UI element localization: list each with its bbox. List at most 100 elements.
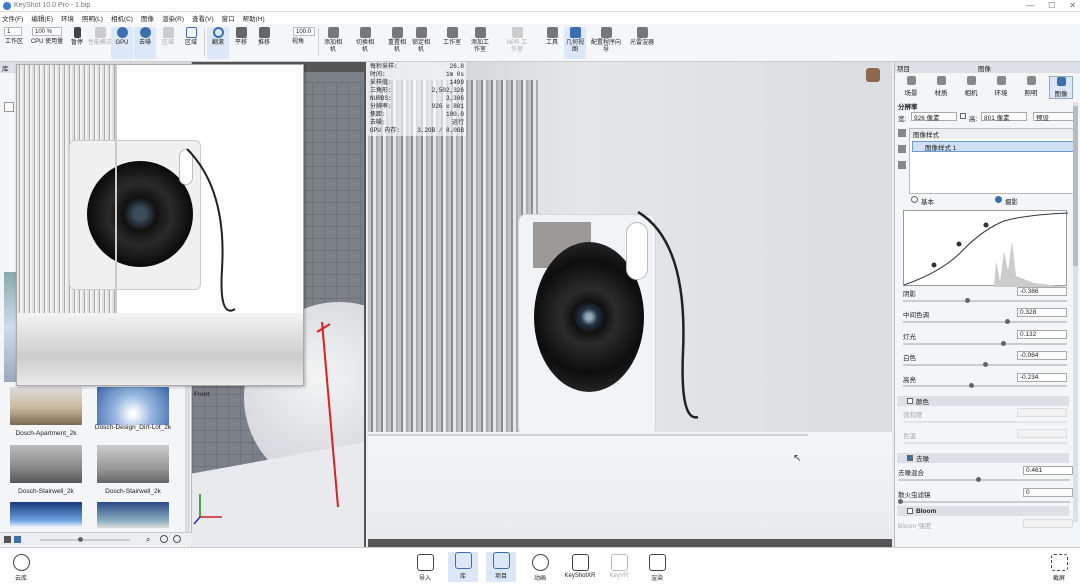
environment-preview-icon[interactable] [866, 68, 880, 82]
settings-icon[interactable] [160, 535, 168, 543]
menu-image[interactable]: 图像 [141, 13, 154, 23]
render-button[interactable]: 渲染 [642, 554, 672, 582]
lock-camera-button[interactable]: 锁定相机 [410, 27, 432, 54]
lock-aspect-icon[interactable] [960, 113, 966, 119]
library-scrollbar[interactable] [185, 382, 190, 542]
tab-image[interactable]: 图像 [1049, 76, 1073, 99]
panel-scrollbar[interactable] [1073, 102, 1078, 522]
menu-render[interactable]: 渲染(R) [162, 13, 184, 23]
param-value[interactable]: 0.461 [1023, 466, 1073, 475]
firefly-slider[interactable] [898, 499, 1070, 504]
npr-studio-button[interactable]: NPR 工作室 [506, 27, 528, 54]
tab-lighting[interactable]: 照明 [1019, 76, 1043, 97]
menu-file[interactable]: 文件(F) [2, 13, 23, 23]
keyshotxr-button[interactable]: KeyShotXR [563, 554, 597, 579]
keyvr-button[interactable]: KeyVR [604, 554, 634, 579]
env-thumbnail[interactable] [10, 387, 82, 425]
image-style-item[interactable]: 图像样式 1 [912, 141, 1074, 152]
library-button[interactable]: 库 [448, 552, 478, 582]
env-thumbnail[interactable] [97, 387, 169, 425]
bloom-checkbox[interactable] [907, 508, 913, 514]
denoise-section-header[interactable]: 去噪 [897, 453, 1069, 463]
menu-window[interactable]: 窗口 [222, 13, 235, 23]
env-thumbnail[interactable] [97, 502, 169, 528]
menu-edit[interactable]: 编辑(E) [31, 13, 53, 23]
zoom-select[interactable]: 100 % [32, 27, 62, 36]
search-icon[interactable] [4, 102, 14, 112]
tab-camera[interactable]: 相机 [959, 76, 983, 97]
add-style-icon[interactable] [898, 129, 906, 137]
tab-scene[interactable]: 场景 [899, 76, 923, 97]
env-thumbnail[interactable] [10, 502, 82, 528]
env-thumbnail[interactable] [97, 445, 169, 483]
compare-divider[interactable] [115, 65, 117, 315]
param-slider[interactable] [903, 383, 1067, 388]
add-camera-button[interactable]: 添加相机 [322, 27, 344, 54]
menu-lighting[interactable]: 照明(L) [82, 13, 103, 23]
pause-button[interactable]: 暂停 [66, 27, 88, 47]
tone-curve-graph[interactable] [903, 210, 1069, 287]
env-thumbnail[interactable] [10, 445, 82, 483]
pan-button[interactable]: 平移 [230, 27, 252, 47]
import-button[interactable]: 导入 [410, 554, 440, 582]
animation-button[interactable]: 动画 [525, 554, 555, 582]
menu-environment[interactable]: 环境 [61, 13, 74, 23]
param-value[interactable]: 0.328 [1017, 308, 1067, 317]
workspace-select[interactable]: 1 [4, 27, 22, 36]
cpu-usage-button[interactable]: CPU 使用量 [30, 39, 64, 46]
preset-select[interactable]: 预设 [1033, 112, 1075, 122]
denoise-checkbox[interactable] [907, 455, 913, 461]
search-icon[interactable]: ⌕ [146, 535, 150, 545]
dolly-button[interactable]: 推移 [253, 27, 275, 47]
param-value[interactable]: -0.234 [1017, 373, 1067, 382]
geometry-view-button[interactable]: 几何视图 [564, 27, 586, 59]
curve-point[interactable] [983, 222, 989, 228]
fov-input[interactable]: 100.0 [293, 27, 315, 36]
workspace-button[interactable]: 工作区 [3, 39, 25, 46]
project-button[interactable]: 项目 [486, 552, 516, 582]
denoise-button[interactable]: 去噪 [134, 27, 156, 59]
param-slider[interactable] [903, 362, 1067, 367]
performance-mode-button[interactable]: 性能模式 [88, 27, 112, 47]
gpu-button[interactable]: GPU [111, 27, 133, 59]
switch-camera-button[interactable]: 切换相机 [354, 27, 376, 54]
studio-button[interactable]: 工作室 [440, 27, 464, 47]
add-studio-button[interactable]: 添加工作室 [469, 27, 491, 54]
library-thumbnail-strip[interactable] [4, 272, 16, 382]
param-slider[interactable] [903, 319, 1067, 324]
mode-photo-radio[interactable] [995, 196, 1002, 203]
param-slider[interactable] [903, 341, 1067, 346]
menu-view[interactable]: 查看(V) [192, 13, 214, 23]
maximize-icon[interactable]: ☐ [1048, 1, 1055, 10]
color-section-header[interactable]: 颜色 [897, 396, 1069, 406]
light-manager-button[interactable]: 光雷渲器 [628, 27, 656, 47]
tab-material[interactable]: 材质 [929, 76, 953, 97]
param-value[interactable]: 0.132 [1017, 330, 1067, 339]
tab-environment[interactable]: 环境 [989, 76, 1013, 97]
menu-help[interactable]: 帮助(H) [243, 13, 265, 23]
curve-point[interactable] [931, 262, 937, 268]
param-value[interactable]: 0 [1023, 488, 1073, 497]
menu-camera[interactable]: 相机(C) [111, 13, 133, 23]
denoise-blend-slider[interactable] [898, 477, 1070, 482]
minimize-icon[interactable]: — [1026, 1, 1034, 10]
region-button-1[interactable]: 区域 [157, 27, 179, 47]
height-input[interactable]: 801 像素 [981, 112, 1027, 122]
param-value[interactable]: -0.386 [1017, 287, 1067, 296]
width-input[interactable]: 926 像素 [911, 112, 957, 122]
cloud-library-button[interactable]: 云库 [6, 554, 36, 582]
floating-preview-window[interactable] [16, 64, 304, 386]
mode-basic-radio[interactable] [911, 196, 918, 203]
thumbnail-size-slider[interactable] [40, 537, 130, 542]
configurator-wizard-button[interactable]: 配置程序向导 [590, 27, 622, 54]
delete-style-icon[interactable] [898, 161, 906, 169]
close-icon[interactable]: ✕ [1069, 1, 1076, 10]
copy-style-icon[interactable] [898, 145, 906, 153]
screenshot-button[interactable]: 截屏 [1044, 554, 1074, 582]
curve-point[interactable] [956, 241, 962, 247]
region-button-2[interactable]: 区域 [180, 27, 202, 47]
tumble-button[interactable]: 翻滚 [207, 27, 229, 59]
param-slider[interactable] [903, 298, 1067, 303]
grid-view-icon[interactable] [14, 536, 21, 543]
color-checkbox[interactable] [907, 398, 913, 404]
